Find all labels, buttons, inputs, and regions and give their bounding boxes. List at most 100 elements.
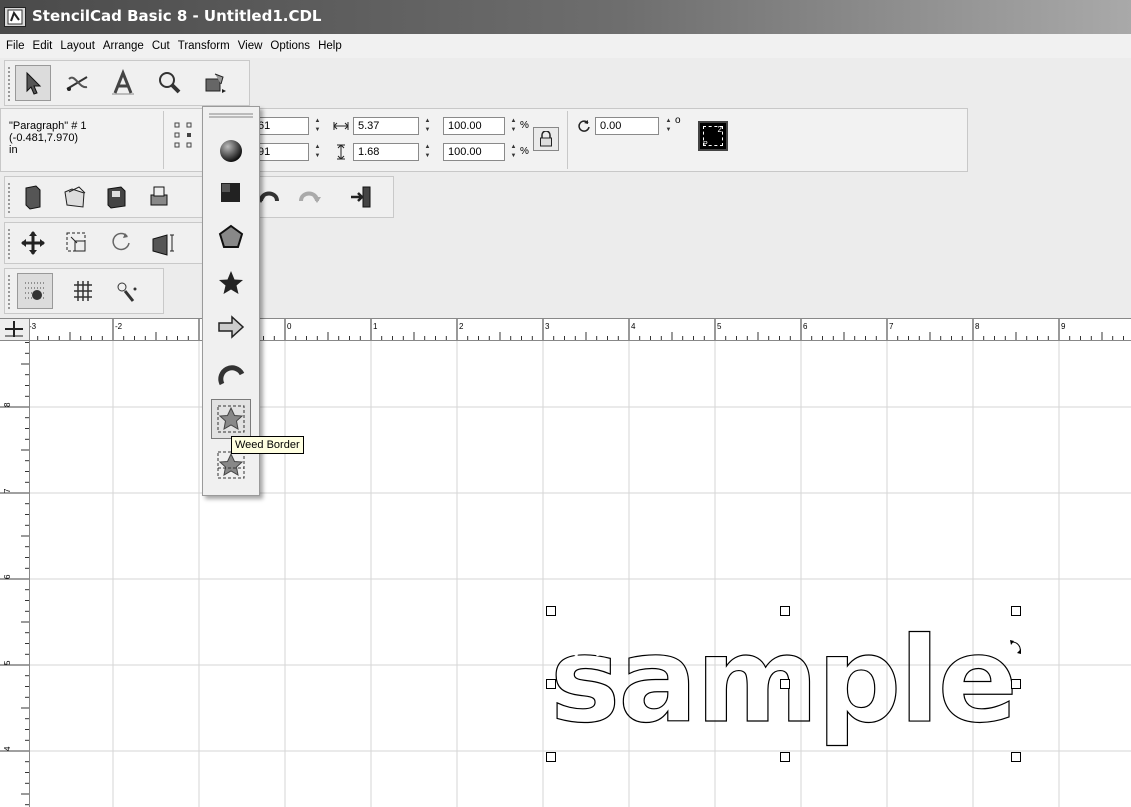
scale-button[interactable] [59, 225, 95, 261]
ruler-origin-icon [5, 321, 23, 337]
toolbar-grip[interactable] [8, 67, 12, 101]
exit-icon [351, 186, 371, 208]
zoom-tool-button[interactable] [151, 65, 187, 101]
height-icon [337, 144, 345, 160]
horizontal-ruler: -3 -2 0 1 2 3 4 5 6 7 8 9 [0, 318, 1131, 341]
property-bar: "Paragraph" # 1 (-0.481,7.970) in 61 ▲ ▼ … [0, 108, 968, 172]
star-shape-button[interactable] [211, 263, 251, 303]
ruler-left-label: 8 [3, 402, 12, 407]
rotation-field[interactable]: 0.00 [595, 117, 659, 135]
proportion-lock-button[interactable] [533, 127, 559, 151]
sphere-icon [220, 140, 242, 162]
menu-options[interactable]: Options [270, 40, 310, 52]
menu-view[interactable]: View [238, 40, 263, 52]
ellipse-shape-button[interactable] [211, 131, 251, 171]
resize-handle-top-center[interactable] [780, 606, 790, 616]
rotation-handle-icon[interactable] [1008, 639, 1024, 657]
resize-handle-middle-left[interactable] [546, 679, 556, 689]
resize-handle-middle-right[interactable] [1011, 679, 1021, 689]
ruler-left-label: 6 [3, 574, 12, 579]
menu-layout[interactable]: Layout [60, 40, 95, 52]
ruler-top-label: 5 [717, 322, 722, 331]
scale-x-field[interactable]: 100.00 [443, 117, 505, 135]
menu-help[interactable]: Help [318, 40, 342, 52]
save-icon [107, 186, 126, 209]
drawing-canvas[interactable]: sample [30, 341, 1131, 807]
menu-transform[interactable]: Transform [178, 40, 230, 52]
pointer-tool-button[interactable] [15, 65, 51, 101]
toolbar-grip[interactable] [8, 183, 12, 213]
redo-button[interactable] [291, 179, 327, 215]
height-spinner[interactable]: ▲ ▼ [423, 143, 432, 161]
shape-tool-button[interactable] [197, 65, 233, 101]
menu-file[interactable]: File [6, 40, 25, 52]
grid-button[interactable] [65, 273, 101, 309]
print-button[interactable] [141, 179, 177, 215]
degree-symbol: o [675, 115, 681, 126]
vertical-ruler: 8 7 6 5 4 [0, 341, 30, 807]
scale-y-spinner[interactable]: ▲ ▼ [509, 143, 518, 161]
ruler-left-label: 7 [3, 488, 12, 493]
rectangle-shape-button[interactable] [211, 173, 251, 213]
menu-edit[interactable]: Edit [33, 40, 53, 52]
resize-handle-top-right[interactable] [1011, 606, 1021, 616]
ruler-top-label: 4 [631, 322, 636, 331]
polygon-shape-button[interactable] [211, 217, 251, 257]
resize-handle-bottom-center[interactable] [780, 752, 790, 762]
ruler-top-label: 1 [373, 322, 378, 331]
open-folder-icon [64, 186, 86, 208]
ruler-origin-button[interactable] [0, 319, 30, 340]
exit-button[interactable] [343, 179, 379, 215]
ruler-left-label: 5 [3, 660, 12, 665]
arc-shape-button[interactable] [211, 355, 251, 395]
x-spinner[interactable]: ▲ ▼ [313, 117, 322, 135]
snap-grid-button[interactable] [17, 273, 53, 309]
move-button[interactable] [15, 225, 51, 261]
square-icon [221, 183, 240, 202]
reference-point-selector[interactable] [173, 119, 201, 159]
app-logo-icon[interactable] [4, 7, 26, 27]
y-position-field[interactable]: 91 [253, 143, 309, 161]
tools-toolbar [4, 60, 250, 106]
open-button[interactable] [57, 179, 93, 215]
toolbar-grip[interactable] [8, 229, 12, 259]
layer-swatch[interactable]: 2 P [698, 121, 728, 151]
scale-x-percent: % [520, 120, 529, 131]
print-icon [150, 186, 168, 206]
y-spinner[interactable]: ▲ ▼ [313, 143, 322, 161]
ruler-top-label: -2 [115, 322, 123, 331]
weed-border-button[interactable] [211, 399, 251, 439]
stencil-text-object[interactable]: sample [30, 341, 1131, 807]
width-field[interactable]: 5.37 [353, 117, 419, 135]
node-edit-tool-button[interactable] [59, 65, 95, 101]
rotation-spinner[interactable]: ▲ ▼ [664, 117, 673, 135]
toolbar-area: "Paragraph" # 1 (-0.481,7.970) in 61 ▲ ▼ … [0, 58, 1131, 318]
palette-grip[interactable] [209, 113, 253, 118]
x-position-field[interactable]: 61 [253, 117, 309, 135]
scale-y-field[interactable]: 100.00 [443, 143, 505, 161]
height-field[interactable]: 1.68 [353, 143, 419, 161]
ruler-top-label: 3 [545, 322, 550, 331]
pentagon-icon [218, 224, 244, 248]
resize-handle-bottom-left[interactable] [546, 752, 556, 762]
save-button[interactable] [99, 179, 135, 215]
scale-x-spinner[interactable]: ▲ ▼ [509, 117, 518, 135]
paint-button[interactable] [109, 273, 145, 309]
menu-cut[interactable]: Cut [152, 40, 170, 52]
rotate-button[interactable] [103, 225, 139, 261]
width-spinner[interactable]: ▲ ▼ [423, 117, 432, 135]
arrow-icon [218, 315, 245, 339]
layer-top-label: 2 [717, 125, 722, 134]
arrow-shape-button[interactable] [211, 307, 251, 347]
resize-handle-bottom-right[interactable] [1011, 752, 1021, 762]
new-button[interactable] [15, 179, 51, 215]
text-tool-button[interactable] [105, 65, 141, 101]
resize-handle-top-left[interactable] [546, 606, 556, 616]
arc-icon [218, 365, 245, 386]
skew-button[interactable] [145, 225, 181, 261]
ruler-left-ticks: 8 7 6 5 4 [0, 342, 29, 806]
resize-handle-center[interactable] [780, 679, 790, 689]
move-icon [21, 231, 45, 255]
menu-arrange[interactable]: Arrange [103, 40, 144, 52]
toolbar-grip[interactable] [8, 275, 12, 309]
